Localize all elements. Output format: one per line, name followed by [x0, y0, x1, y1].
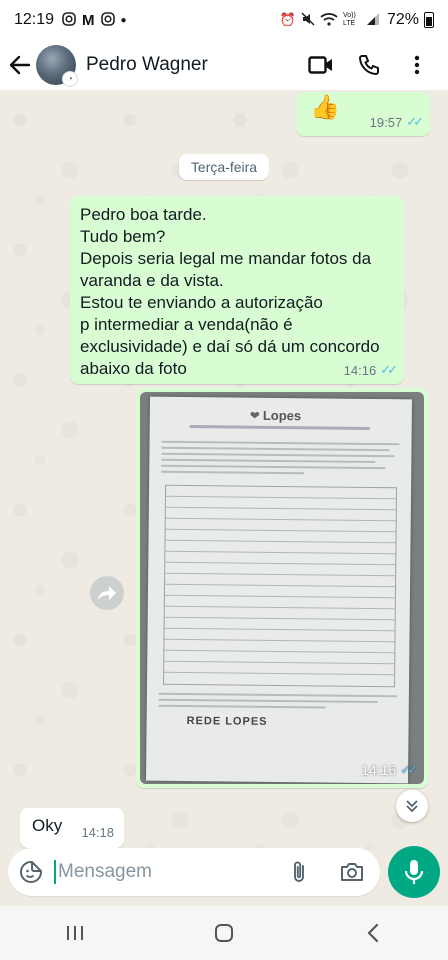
back-nav-icon[interactable] [343, 913, 403, 953]
header-actions [308, 52, 430, 78]
message-meta: 14:16 ✓✓ [343, 362, 398, 378]
home-icon[interactable] [194, 913, 254, 953]
outgoing-message-emoji[interactable]: 👍 19:57 ✓✓ [296, 92, 430, 136]
message-text: Pedro boa tarde. Tudo bem? Depois seria … [80, 205, 380, 378]
battery-percent: 72% [386, 11, 419, 28]
message-meta: 19:57 ✓✓ [369, 114, 424, 130]
video-call-icon[interactable] [308, 52, 334, 78]
paperclip-icon[interactable] [286, 859, 312, 885]
double-chevron-down-icon [406, 800, 418, 813]
outgoing-message-photo[interactable]: ❤ Lopes REDE LOPES 14:16 ✓✓ [136, 388, 428, 788]
message-input-container[interactable] [8, 848, 380, 896]
status-time: 12:19 [14, 11, 55, 28]
composer-bar [0, 842, 448, 902]
recents-icon[interactable] [45, 913, 105, 953]
microphone-button[interactable] [388, 846, 440, 898]
signal-icon [366, 12, 380, 29]
microphone-icon [404, 860, 424, 884]
emoji-sticker-icon[interactable] [8, 849, 54, 895]
message-text: Oky [32, 816, 63, 835]
document-form-table [163, 484, 398, 688]
document-title-line [189, 425, 370, 430]
document-footer-lines [158, 692, 397, 713]
notification-dot-icon: ● [120, 14, 127, 26]
message-time: 14:18 [81, 825, 114, 840]
forward-icon[interactable] [90, 576, 124, 610]
status-bar: 12:19 M ● ⏰ Vo)) LTE 72% [0, 0, 448, 40]
message-meta: 14:18 [81, 825, 114, 840]
avatar[interactable]: ◔ [36, 45, 78, 87]
read-ticks-icon: ✓✓ [380, 362, 398, 377]
day-separator: Terça-feira [178, 154, 270, 180]
wifi-icon [320, 12, 338, 29]
photo-attachment[interactable]: ❤ Lopes REDE LOPES [140, 392, 424, 784]
heart-logo-icon: ❤ [249, 408, 260, 423]
read-ticks-icon: ✓✓ [400, 762, 418, 777]
text-cursor [54, 860, 56, 884]
chat-area[interactable]: 👍 19:57 ✓✓ Terça-feira Pedro boa tarde. … [0, 90, 448, 850]
instagram-icon [100, 11, 115, 29]
phone-icon[interactable] [356, 52, 382, 78]
contact-name[interactable]: Pedro Wagner [86, 54, 208, 76]
gmail-icon: M [82, 11, 95, 29]
thumbs-up-emoji: 👍 [310, 94, 340, 121]
instagram-icon [62, 11, 76, 29]
more-options-icon[interactable] [404, 52, 430, 78]
alarm-icon: ⏰ [279, 12, 296, 27]
scroll-to-bottom-button[interactable] [396, 790, 428, 822]
message-time: 19:57 [369, 114, 403, 130]
document-logo: ❤ Lopes [249, 407, 302, 424]
camera-icon[interactable] [338, 859, 366, 885]
mute-icon [301, 11, 315, 29]
message-input[interactable] [58, 861, 278, 883]
document-image: ❤ Lopes REDE LOPES [145, 396, 413, 784]
chat-header: ◔ Pedro Wagner [0, 40, 448, 90]
status-right-icons: ⏰ Vo)) LTE 72% [280, 11, 434, 29]
volte-icon: Vo)) LTE [342, 12, 356, 27]
document-footer-brand: REDE LOPES [186, 715, 268, 728]
message-time: 14:16 [361, 762, 397, 778]
status-left-icons: M ● [62, 12, 127, 29]
status-ring-icon: ◔ [62, 71, 78, 87]
read-ticks-icon: ✓✓ [406, 114, 424, 129]
document-signature-area: REDE LOPES [187, 715, 268, 728]
message-time: 14:16 [343, 362, 377, 378]
back-arrow-icon[interactable] [2, 45, 38, 85]
message-meta: 14:16 ✓✓ [361, 762, 418, 778]
outgoing-message-text[interactable]: Pedro boa tarde. Tudo bem? Depois seria … [70, 196, 404, 384]
battery-icon [424, 12, 434, 28]
system-nav-bar [0, 906, 448, 960]
document-text-lines [161, 440, 400, 479]
document-brand: Lopes [262, 407, 302, 424]
